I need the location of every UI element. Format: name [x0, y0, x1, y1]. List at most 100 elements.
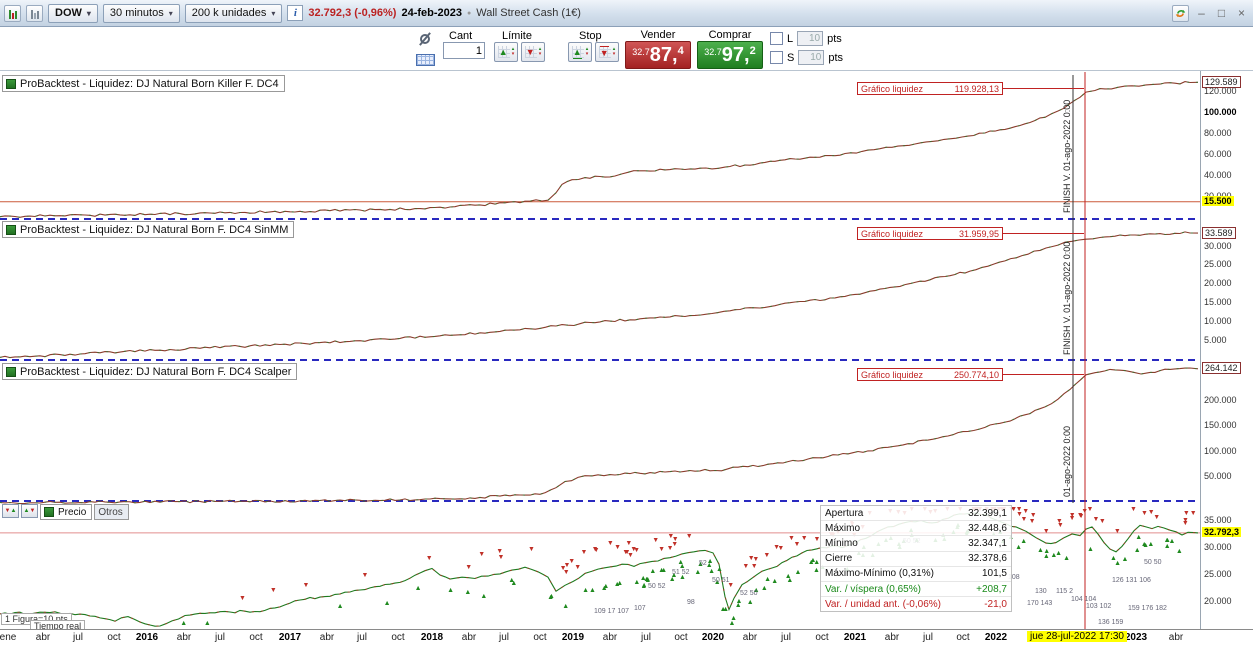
x-axis-label: 2023: [1124, 632, 1148, 643]
candlestick-chart-icon[interactable]: [4, 4, 21, 22]
grid-icon: ▲: [497, 46, 510, 58]
l-label: L: [787, 32, 794, 45]
tooltip-label: Apertura: [825, 507, 864, 519]
limit-sell-button[interactable]: ▼ ▴ ▾: [521, 42, 545, 62]
pts-label: pts: [827, 32, 842, 45]
timeframe-dropdown[interactable]: 30 minutos ▾: [102, 3, 180, 23]
quote-date: 24-feb-2023: [401, 7, 462, 19]
liquidity-value: 250.774,10: [953, 370, 999, 380]
down-arrow-icon: ▼: [29, 508, 36, 514]
refresh-icon[interactable]: [1172, 4, 1189, 22]
info-icon[interactable]: i: [287, 5, 304, 21]
stop-points-input[interactable]: [798, 50, 825, 65]
panel-title-backtest-1[interactable]: ProBacktest - Liquidez: DJ Natural Born …: [2, 75, 285, 92]
price-dow-curve-alt: [0, 512, 1199, 627]
pts-label: pts: [828, 51, 844, 64]
x-axis-label: 2017: [278, 632, 302, 643]
tooltip-value: 101,5: [981, 568, 1007, 580]
tab-otros[interactable]: Otros: [94, 504, 129, 520]
highlighted-price-label: 32.792,3: [1202, 527, 1242, 537]
tooltip-label: Máximo: [825, 522, 861, 534]
liquidity-label: Gráfico liquidez: [861, 229, 924, 239]
buy-button[interactable]: 32.7 97, 2: [697, 41, 763, 69]
tab-otros-label: Otros: [98, 506, 123, 518]
mini-down-arrow-icon: ▾: [538, 51, 542, 57]
tooltip-value: -21,0: [984, 598, 1007, 610]
stop-checkbox[interactable]: [770, 51, 783, 64]
maximize-button[interactable]: □: [1214, 5, 1229, 21]
tooltip-row: Var. / unidad ant. (-0,06%) -21,0: [821, 597, 1011, 611]
tooltip-label: Var. / unidad ant. (-0,06%): [825, 598, 941, 610]
x-axis-label: jul: [72, 632, 84, 643]
liquidity-annotation-1: Gráfico liquidez 119.928,13: [857, 82, 1003, 95]
stop-sell-button[interactable]: ▼ ▴ ▾: [595, 42, 619, 62]
equity-sinmm-curve-alt: [0, 231, 1199, 359]
x-axis-label: abr: [176, 632, 192, 643]
tooltip-value: 32.378,6: [968, 553, 1007, 565]
order-toolbar: Cant Límite ▲ ▴▾ ▼ ▴▾ Stop ▲ ▴▾ ▼ ▴▾ Ven…: [0, 28, 1253, 71]
time-axis[interactable]: ene abr jul oct 2016 abr jul oct 2017 abr jul oct 20…: [0, 629, 1253, 646]
limit-buy-button[interactable]: ▲ ▴ ▾: [494, 42, 518, 62]
price-change: (-0,96%): [354, 7, 397, 19]
x-axis-label: oct: [107, 632, 121, 643]
limit-points-input[interactable]: [797, 31, 824, 46]
x-axis-label: oct: [815, 632, 829, 643]
y-axis-label: 5.000: [1204, 335, 1227, 345]
stop-points-row: S pts: [770, 50, 843, 65]
y-axis-label: 20.000: [1204, 596, 1232, 606]
tools-icon[interactable]: [418, 32, 432, 46]
down-arrow-icon: ▼: [525, 47, 535, 57]
symbol-dropdown[interactable]: DOW ▾: [48, 3, 98, 23]
x-axis-label: 2019: [561, 632, 585, 643]
price-panel-controls: ▼ ▲ ▲ ▼ Precio Otros: [2, 504, 129, 520]
sell-marker-toggle[interactable]: ▼ ▲: [2, 504, 19, 518]
data-window-tooltip: Apertura 32.399,1 Máximo 32.448,6 Mínimo 32.3…: [820, 505, 1012, 613]
symbol-label: DOW: [55, 7, 82, 19]
y-axis-label: 200.000: [1204, 395, 1237, 405]
price-dow-curve: [0, 512, 1199, 627]
y-axis-label: 50.000: [1204, 471, 1232, 481]
units-dropdown[interactable]: 200 k unidades ▾: [184, 3, 283, 23]
last-quote: 32.792,3 (-0,96%): [308, 7, 396, 19]
timeframe-label: 30 minutos: [109, 7, 164, 19]
sell-price-decimal: 4: [677, 45, 684, 57]
panel-title-backtest-3[interactable]: ProBacktest - Liquidez: DJ Natural Born …: [2, 363, 298, 380]
status-dot-icon: ●: [467, 9, 472, 17]
panel-title-backtest-2[interactable]: ProBacktest - Liquidez: DJ Natural Born …: [2, 221, 295, 238]
limit-checkbox[interactable]: [770, 32, 783, 45]
price-axis[interactable]: 129.589120.000100.00080.00060.00040.0002…: [1200, 71, 1253, 629]
quantity-input[interactable]: [443, 42, 485, 59]
range-max-label: 264.142: [1202, 362, 1241, 374]
x-axis-label: oct: [533, 632, 547, 643]
x-axis-label: 2016: [135, 632, 159, 643]
tooltip-value: 32.347,1: [968, 537, 1007, 549]
x-axis-label: abr: [602, 632, 618, 643]
sell-price-big: 87,: [649, 44, 678, 66]
tooltip-value: +208,7: [976, 583, 1007, 595]
x-axis-label: 2020: [701, 632, 725, 643]
x-axis-label: 2018: [420, 632, 444, 643]
close-button[interactable]: ×: [1234, 5, 1249, 21]
mini-down-arrow-icon: ▾: [585, 51, 589, 57]
keypad-icon[interactable]: [416, 54, 435, 66]
cursor-date-label: jue 28-jul-2022 17:30: [1027, 631, 1127, 642]
y-axis-label: 10.000: [1204, 316, 1232, 326]
tooltip-row: Var. / víspera (0,65%) +208,7: [821, 582, 1011, 598]
last-price: 32.792,3: [308, 7, 352, 19]
tab-precio-label: Precio: [58, 506, 87, 518]
tooltip-value: 32.399,1: [968, 507, 1007, 519]
stop-buy-button[interactable]: ▲ ▴ ▾: [568, 42, 592, 62]
finish-marker-label-2: FINISH V. 01-ago-2022 0:00: [1062, 241, 1072, 355]
mini-down-arrow-icon: ▾: [511, 51, 515, 57]
buy-marker-toggle[interactable]: ▲ ▼: [21, 504, 38, 518]
minimize-button[interactable]: –: [1194, 5, 1209, 21]
sell-button[interactable]: 32.7 87, 4: [625, 41, 691, 69]
tooltip-label: Cierre: [825, 553, 853, 565]
grid-icon: ▲: [571, 46, 584, 59]
bar-chart-icon[interactable]: [26, 4, 43, 22]
mini-down-arrow-icon: ▾: [612, 51, 616, 57]
y-axis-label: 15.000: [1204, 297, 1232, 307]
tab-precio[interactable]: Precio: [40, 504, 93, 520]
equity-killer-curve: [0, 81, 1199, 218]
x-axis-label: oct: [391, 632, 405, 643]
